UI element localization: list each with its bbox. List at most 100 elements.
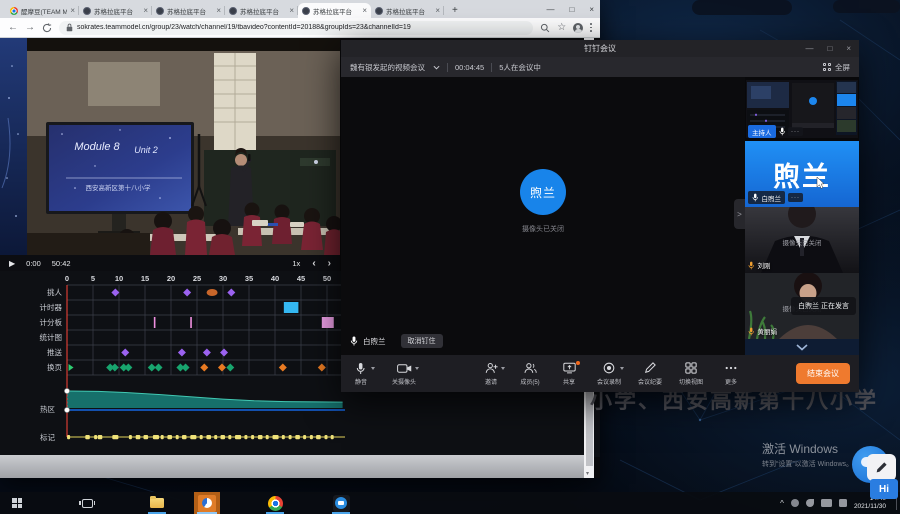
tab-close-icon[interactable]: ×: [435, 7, 440, 15]
globe-favicon-icon: [156, 7, 164, 15]
classroom-video-player[interactable]: Module 8 Unit 2 西安高新区第十八小学: [0, 38, 340, 255]
task-view-button[interactable]: [76, 492, 98, 514]
unpin-button[interactable]: 取消钉住: [401, 334, 443, 348]
fullscreen-button[interactable]: 全屏: [823, 62, 850, 73]
dropdown-caret-icon[interactable]: [620, 367, 624, 370]
share-button[interactable]: 共享: [558, 362, 580, 386]
meeting-main-stage: 煦兰 摄像头已关闭 白煦兰 取消钉住 >: [341, 77, 745, 355]
profile-avatar-icon[interactable]: [573, 23, 583, 33]
playback-speed[interactable]: 1x: [292, 259, 300, 268]
toolbar-mid-group: 邀请成员(5) 共享 会议录制 会议纪要切换视图更多: [480, 362, 742, 386]
taskbar-file-explorer[interactable]: [144, 492, 170, 514]
close-icon[interactable]: ×: [589, 5, 594, 14]
dropdown-caret-icon[interactable]: [371, 367, 375, 370]
meeting-window: 钉钉会议 — □ × 魏有银发起的视频会议 00:04:45 5人在会议中 全屏: [341, 40, 859, 392]
participant-tile[interactable]: 煦兰 白煦兰···: [745, 141, 859, 207]
maximize-icon[interactable]: □: [827, 44, 832, 53]
participant-tile[interactable]: 摄像头已关闭 黄丽娟白煦兰 正在发言: [745, 273, 859, 339]
meeting-subtitle[interactable]: 魏有银发起的视频会议: [350, 62, 425, 73]
minimize-icon[interactable]: —: [805, 44, 813, 53]
new-tab-button[interactable]: +: [448, 5, 462, 18]
folder-icon: [150, 498, 164, 508]
tray-ime-icon[interactable]: [839, 499, 847, 507]
camera-button[interactable]: 关摄像头: [392, 362, 416, 386]
maximize-icon[interactable]: □: [569, 5, 574, 14]
forward-icon[interactable]: →: [25, 23, 35, 33]
chevron-down-icon: [796, 344, 808, 351]
tab-close-icon[interactable]: ×: [289, 7, 294, 15]
members-icon: [524, 362, 537, 375]
browser-tab[interactable]: 苏格拉底平台×: [371, 3, 444, 18]
taskbar-meeting-app[interactable]: [328, 492, 354, 514]
fullscreen-label: 全屏: [835, 62, 850, 73]
tile-more-icon[interactable]: ···: [788, 127, 803, 136]
tray-expand-icon[interactable]: ^: [780, 499, 784, 508]
reload-icon[interactable]: [42, 23, 52, 33]
tab-close-icon[interactable]: ×: [70, 7, 75, 15]
dropdown-caret-icon[interactable]: [415, 367, 419, 370]
panel-toggle-chevron[interactable]: >: [734, 199, 745, 229]
svg-text:计分板: 计分板: [40, 317, 63, 327]
browser-tab[interactable]: 苏格拉底平台×: [79, 3, 152, 18]
speaking-toast: 白煦兰 正在发言: [791, 297, 856, 315]
panel-scroll-down-chevron[interactable]: [745, 339, 859, 355]
tray-pen-icon[interactable]: [806, 499, 814, 507]
toolbar-button-label: 会议录制: [597, 377, 621, 386]
globe-favicon-icon: [302, 7, 310, 15]
taskbar-active-app[interactable]: [194, 492, 220, 514]
tab-close-icon[interactable]: ×: [362, 7, 367, 15]
more-button[interactable]: 更多: [720, 362, 742, 386]
toolbar-button-label: 成员(5): [520, 377, 539, 386]
toolbar-button-label: 共享: [563, 377, 575, 386]
chevron-down-icon[interactable]: [433, 65, 440, 70]
annotate-pencil-button[interactable]: [867, 454, 896, 481]
play-icon[interactable]: ▶: [9, 259, 15, 268]
url-box[interactable]: sokrates.teammodel.cn/group/23/watch/cha…: [59, 21, 533, 35]
tab-label: 醍摩豆(TEAM Mo...: [21, 6, 67, 16]
windows-logo-icon: [12, 498, 22, 508]
taskbar-chrome[interactable]: [262, 492, 288, 514]
members-button[interactable]: 成员(5): [519, 362, 541, 386]
bookmark-star-icon[interactable]: ☆: [557, 22, 566, 33]
invite-button[interactable]: 邀请: [480, 362, 502, 386]
classroom-video-frame: Module 8 Unit 2 西安高新区第十八小学: [0, 38, 340, 255]
next-icon[interactable]: ›: [328, 258, 331, 269]
meeting-window-controls: — □ ×: [805, 40, 851, 57]
start-button[interactable]: [6, 492, 28, 514]
tile-more-icon[interactable]: ···: [788, 193, 803, 202]
browser-tab[interactable]: 苏格拉底平台×: [152, 3, 225, 18]
meeting-elapsed-time: 00:04:45: [455, 63, 484, 72]
back-icon[interactable]: ←: [8, 23, 18, 33]
participant-tile[interactable]: 摄像头已关闭 刘刚: [745, 207, 859, 273]
browser-window-controls: — □ ×: [546, 0, 594, 18]
record-button[interactable]: 会议录制: [597, 362, 621, 386]
view-button[interactable]: 切换视图: [679, 362, 703, 386]
globe-favicon-icon: [375, 7, 383, 15]
minutes-button[interactable]: 会议纪要: [638, 362, 662, 386]
tab-close-icon[interactable]: ×: [143, 7, 148, 15]
camera-off-text: 摄像头已关闭: [745, 237, 859, 247]
watermark-subtitle: 转到“设置”以激活 Windows。: [762, 459, 853, 469]
dropdown-caret-icon[interactable]: [501, 367, 505, 370]
browser-tab[interactable]: 醍摩豆(TEAM Mo...×: [6, 3, 79, 18]
close-icon[interactable]: ×: [846, 44, 851, 53]
browser-tab[interactable]: 苏格拉底平台×: [225, 3, 298, 18]
minimize-icon[interactable]: —: [546, 5, 554, 14]
tray-app-icon[interactable]: [791, 499, 799, 507]
end-meeting-button[interactable]: 结束会议: [796, 363, 850, 384]
tab-close-icon[interactable]: ×: [216, 7, 221, 15]
tab-list: 醍摩豆(TEAM Mo...×苏格拉底平台×苏格拉底平台×苏格拉底平台×苏格拉底…: [6, 3, 444, 18]
participant-tile[interactable]: 主持人···: [745, 77, 859, 141]
prev-icon[interactable]: ‹: [312, 258, 315, 269]
url-text: sokrates.teammodel.cn/group/23/watch/cha…: [77, 24, 411, 31]
desktop-screen: 小学、西安高新第十八小学 激活 Windows 转到“设置”以激活 Window…: [0, 0, 900, 514]
tray-battery-icon[interactable]: [821, 499, 832, 507]
toolbar-button-label: 静音: [355, 377, 367, 386]
taskbar: ^ 14:40 2021/11/30: [0, 492, 900, 514]
scrollbar-down-icon[interactable]: ▾: [586, 470, 589, 477]
mute-button[interactable]: 静音: [350, 362, 372, 386]
hi-widget-badge[interactable]: Hi: [870, 479, 898, 499]
search-icon[interactable]: [540, 23, 550, 33]
browser-menu-icon[interactable]: [590, 23, 592, 31]
browser-tab[interactable]: 苏格拉底平台×: [298, 3, 371, 18]
